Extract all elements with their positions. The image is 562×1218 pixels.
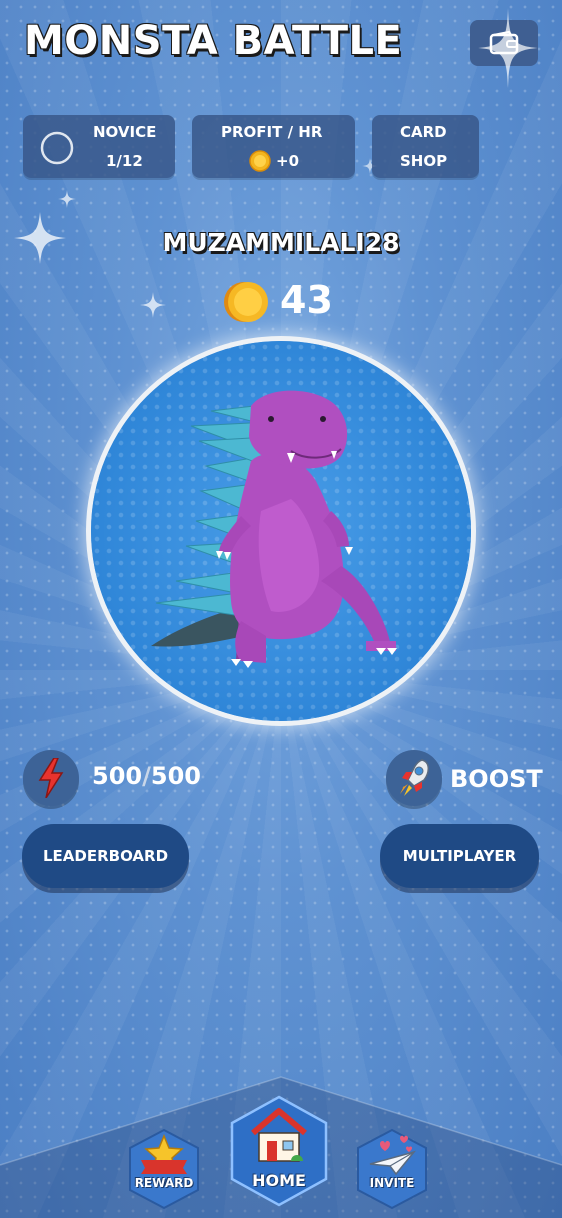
- leaderboard-button[interactable]: LEADERBOARD: [22, 824, 189, 888]
- paper-plane-icon: [369, 1135, 417, 1176]
- energy-current: 500: [92, 762, 143, 790]
- energy-display: 500/500: [92, 762, 201, 790]
- star-ribbon-icon: [141, 1134, 187, 1174]
- multiplayer-button[interactable]: MULTIPLAYER: [380, 824, 539, 888]
- boost-label[interactable]: BOOST: [450, 765, 543, 793]
- sparkle-icon: [478, 8, 538, 88]
- nav-home-label: HOME: [252, 1171, 306, 1190]
- nav-invite-label: INVITE: [369, 1176, 415, 1190]
- coin-icon: [224, 282, 268, 322]
- rank-name: NOVICE: [93, 123, 157, 141]
- boost-bubble[interactable]: [386, 750, 442, 806]
- card-shop-label-line2: SHOP: [400, 152, 448, 170]
- card-shop-label-line1: CARD: [400, 123, 447, 141]
- sparkle-icon: [58, 190, 76, 208]
- profit-value: +0: [276, 152, 300, 170]
- rank-progress-ring-icon: [40, 131, 74, 165]
- nav-reward-label: REWARD: [134, 1176, 194, 1190]
- rank-card[interactable]: NOVICE 1/12: [23, 115, 175, 178]
- profit-label: PROFIT / HR: [221, 123, 323, 141]
- player-username: MUZAMMILALI28: [162, 228, 400, 257]
- coin-count: 43: [280, 278, 333, 322]
- nav-home[interactable]: HOME: [230, 1095, 328, 1207]
- monster-tap-area[interactable]: [91, 341, 471, 721]
- coin-balance: 43: [0, 278, 562, 328]
- coin-icon: [249, 150, 271, 172]
- app-title: MONSTA BATTLE: [24, 18, 403, 64]
- house-icon: [251, 1108, 307, 1162]
- monster-character: [151, 390, 397, 668]
- nav-reward[interactable]: REWARD: [128, 1128, 200, 1210]
- energy-bubble: [23, 750, 79, 806]
- lightning-icon: [38, 758, 64, 798]
- rank-progress: 1/12: [106, 152, 143, 170]
- energy-separator: /: [142, 762, 151, 790]
- nav-invite[interactable]: INVITE: [356, 1128, 428, 1210]
- energy-max: 500: [150, 762, 201, 790]
- profit-card[interactable]: PROFIT / HR +0: [192, 115, 355, 178]
- rocket-icon: [400, 759, 429, 796]
- card-shop-button[interactable]: CARD SHOP: [372, 115, 479, 178]
